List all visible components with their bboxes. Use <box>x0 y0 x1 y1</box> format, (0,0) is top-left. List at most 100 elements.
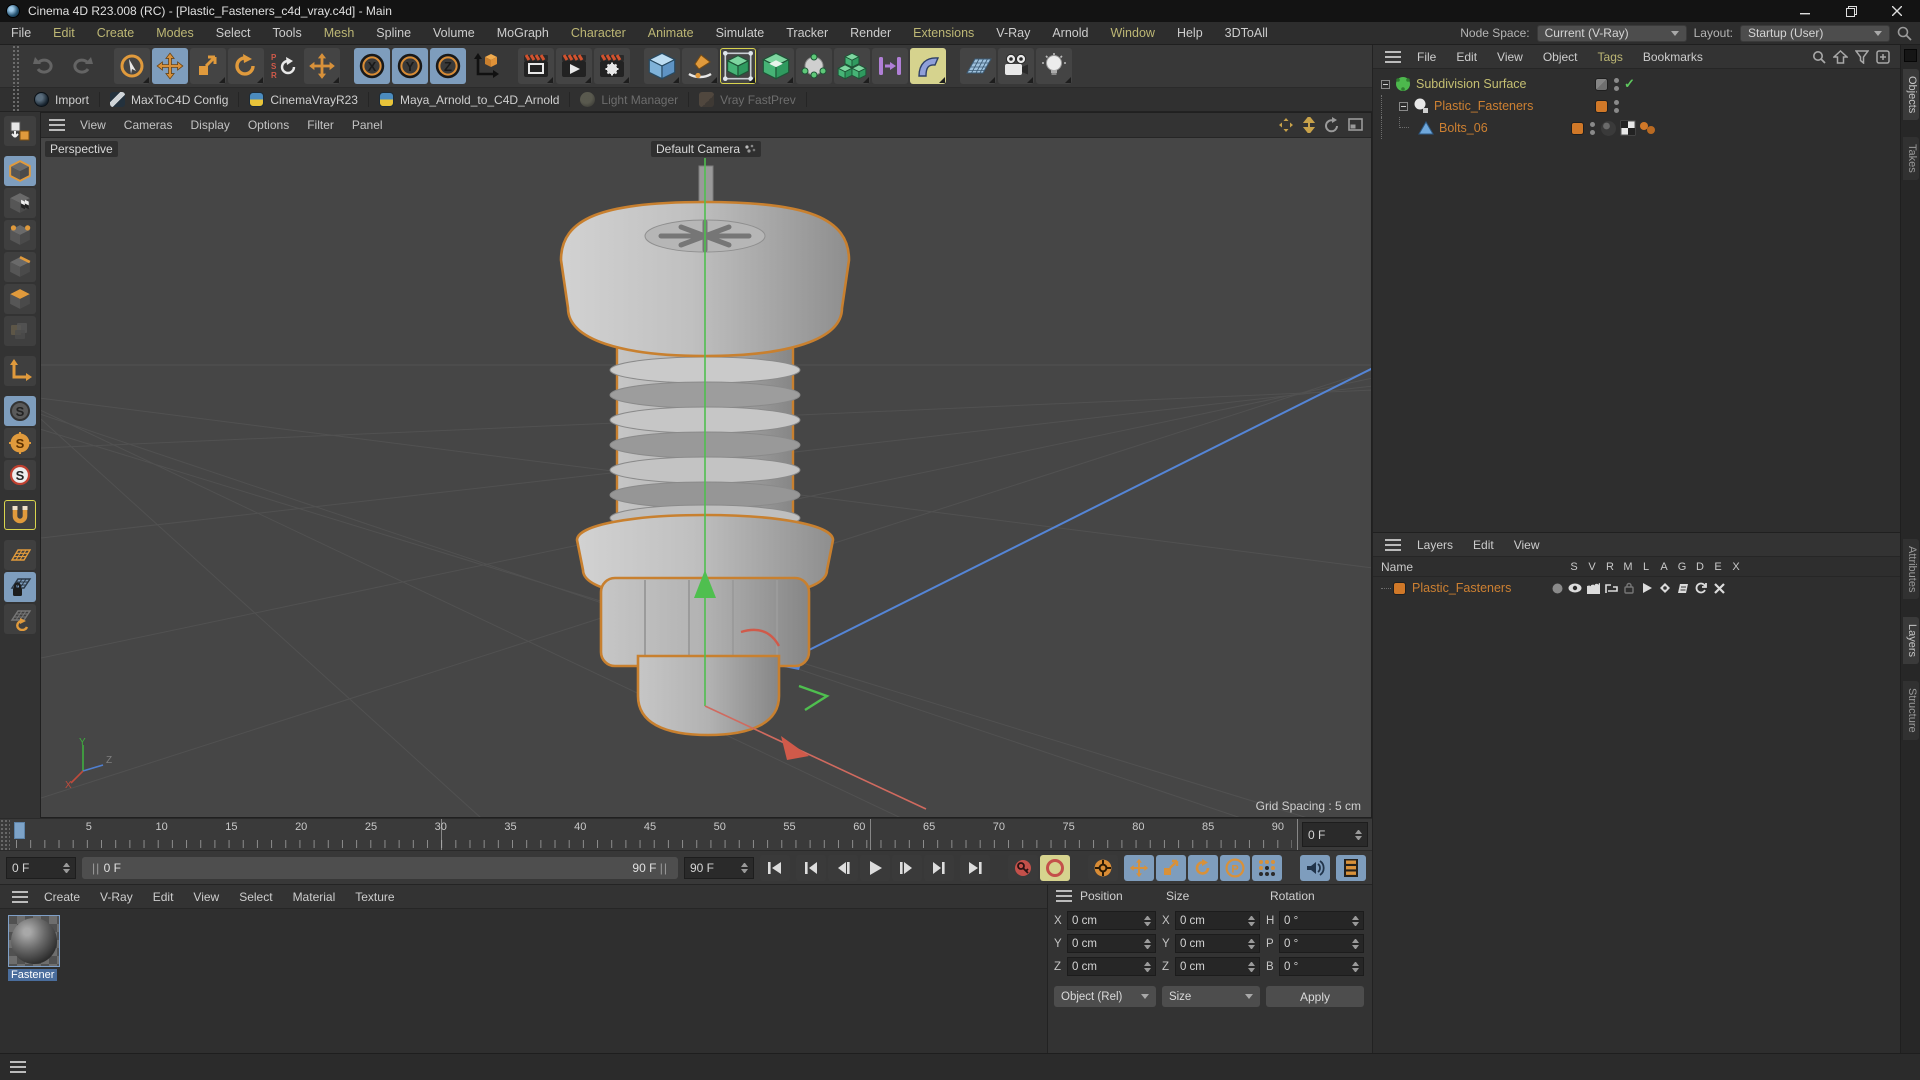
menu-item[interactable]: Simulate <box>705 26 776 40</box>
render-toggle[interactable] <box>1584 582 1602 594</box>
animation-toggle[interactable] <box>1638 582 1656 594</box>
make-editable-button[interactable] <box>4 116 36 146</box>
expressions-toggle[interactable] <box>1692 582 1710 594</box>
preview-range-slider[interactable]: || 0 F 90 F || <box>82 856 678 879</box>
panel-menu-icon[interactable] <box>1385 538 1401 551</box>
menu-item[interactable]: File <box>0 26 42 40</box>
rotation-input[interactable]: 0 ° <box>1279 957 1364 976</box>
panel-group-icon[interactable] <box>1904 49 1917 62</box>
panel-menu-icon[interactable] <box>1385 50 1401 63</box>
object-manager-menu-item[interactable]: Bookmarks <box>1633 50 1713 64</box>
manager-toggle[interactable] <box>1602 582 1620 594</box>
menu-item[interactable]: Mesh <box>313 26 366 40</box>
rotate-view-icon[interactable] <box>1324 116 1340 133</box>
workplane-button[interactable] <box>4 540 36 570</box>
menu-item[interactable]: Character <box>560 26 637 40</box>
layer-swatch[interactable] <box>1571 121 1584 135</box>
plugin-button[interactable]: Light Manager <box>570 92 690 107</box>
visibility-dots[interactable] <box>1588 121 1596 135</box>
apply-button[interactable]: Apply <box>1266 986 1364 1007</box>
visibility-dots[interactable] <box>1612 99 1620 113</box>
uvw-tag-icon[interactable] <box>1620 120 1636 136</box>
xref-toggle[interactable] <box>1710 582 1728 594</box>
object-manager-menu-item[interactable]: File <box>1407 50 1446 64</box>
close-button[interactable] <box>1874 0 1920 22</box>
deformers-toggle[interactable] <box>1674 582 1692 594</box>
viewport-menu-item[interactable]: Filter <box>298 118 343 132</box>
record-scale-button[interactable] <box>1156 854 1186 881</box>
toolbar-grip[interactable] <box>12 45 20 87</box>
lock-toggle[interactable] <box>1620 582 1638 594</box>
material-menu-item[interactable]: Select <box>229 890 282 904</box>
ruler-grip[interactable] <box>0 819 10 850</box>
object-manager-menu-item[interactable]: Object <box>1533 50 1588 64</box>
generators-toggle[interactable] <box>1656 582 1674 594</box>
viewport-menu-item[interactable]: Display <box>181 118 238 132</box>
material-item[interactable]: Fastener <box>8 915 62 981</box>
snap-2d-button[interactable]: S <box>4 460 36 490</box>
goto-end-button[interactable] <box>960 854 990 881</box>
node-space-select[interactable]: Current (V-Ray) <box>1536 24 1687 42</box>
camera-label[interactable]: Default Camera <box>650 140 762 157</box>
record-parameter-button[interactable]: P <box>1220 854 1250 881</box>
polygons-mode-button[interactable] <box>4 284 36 314</box>
size-input[interactable]: 0 cm <box>1174 957 1260 976</box>
goto-start-button[interactable] <box>760 854 790 881</box>
tab-takes[interactable]: Takes <box>1903 137 1919 180</box>
selection-tag-icon[interactable] <box>1639 121 1657 135</box>
menu-item[interactable]: Select <box>205 26 262 40</box>
connector-button[interactable] <box>872 48 908 84</box>
expand-toggle[interactable] <box>1399 101 1408 111</box>
material-menu-item[interactable]: Create <box>34 890 90 904</box>
next-frame-button[interactable] <box>892 854 922 881</box>
workplane-rotate-button[interactable] <box>4 604 36 634</box>
end-frame-field[interactable]: 90 F <box>684 856 754 879</box>
move-tool-button[interactable] <box>152 48 188 84</box>
menu-item[interactable]: Help <box>1166 26 1214 40</box>
menu-item[interactable]: Tools <box>262 26 313 40</box>
lock-workplane-button[interactable] <box>4 572 36 602</box>
layout-select[interactable]: Startup (User) <box>1740 24 1890 42</box>
floor-button[interactable] <box>960 48 996 84</box>
edit-render-settings-button[interactable] <box>594 48 630 84</box>
edges-mode-button[interactable] <box>4 252 36 282</box>
tab-layers[interactable]: Layers <box>1903 617 1919 665</box>
toolbar-grip[interactable] <box>12 88 20 111</box>
rotate-tool-button[interactable] <box>228 48 264 84</box>
object-manager-menu-item[interactable]: Tags <box>1588 50 1633 64</box>
menu-item[interactable]: MoGraph <box>486 26 560 40</box>
size-input[interactable]: 0 cm <box>1174 911 1260 930</box>
primitive-cube-button[interactable] <box>644 48 680 84</box>
solo-toggle[interactable] <box>1548 582 1566 594</box>
layer-swatch[interactable] <box>1595 99 1608 113</box>
viewport-menu-item[interactable]: Cameras <box>115 118 182 132</box>
material-menu-item[interactable]: Material <box>283 890 346 904</box>
filter-icon[interactable] <box>1855 49 1869 64</box>
position-input[interactable]: 0 cm <box>1067 957 1156 976</box>
live-selection-button[interactable] <box>114 48 150 84</box>
view-toggle[interactable] <box>1566 582 1584 594</box>
prev-key-button[interactable] <box>796 854 826 881</box>
menu-item[interactable]: 3DToAll <box>1214 26 1279 40</box>
current-frame-marker[interactable] <box>14 822 25 839</box>
lock-z-axis-button[interactable]: Z <box>430 48 466 84</box>
autokeying-button[interactable] <box>1040 854 1070 881</box>
menu-item[interactable]: Window <box>1099 26 1165 40</box>
record-position-button[interactable] <box>1124 854 1154 881</box>
menu-item[interactable]: Tracker <box>775 26 839 40</box>
tab-structure[interactable]: Structure <box>1903 681 1919 740</box>
lock-y-axis-button[interactable]: Y <box>392 48 428 84</box>
current-frame-field[interactable]: 0 F <box>1302 822 1368 847</box>
parent-up-icon[interactable] <box>1833 49 1848 64</box>
enable-axis-button[interactable] <box>4 356 36 386</box>
position-input[interactable]: 0 cm <box>1067 911 1156 930</box>
material-tag-icon[interactable] <box>1600 120 1617 137</box>
render-view-button[interactable] <box>518 48 554 84</box>
light-button[interactable] <box>1036 48 1072 84</box>
spinner[interactable] <box>1355 829 1362 840</box>
menu-item[interactable]: Arnold <box>1041 26 1099 40</box>
size-input[interactable]: 0 cm <box>1174 934 1260 953</box>
position-input[interactable]: 0 cm <box>1067 934 1156 953</box>
record-rotation-button[interactable] <box>1188 854 1218 881</box>
psr-reset-button[interactable]: PSR <box>266 48 302 84</box>
